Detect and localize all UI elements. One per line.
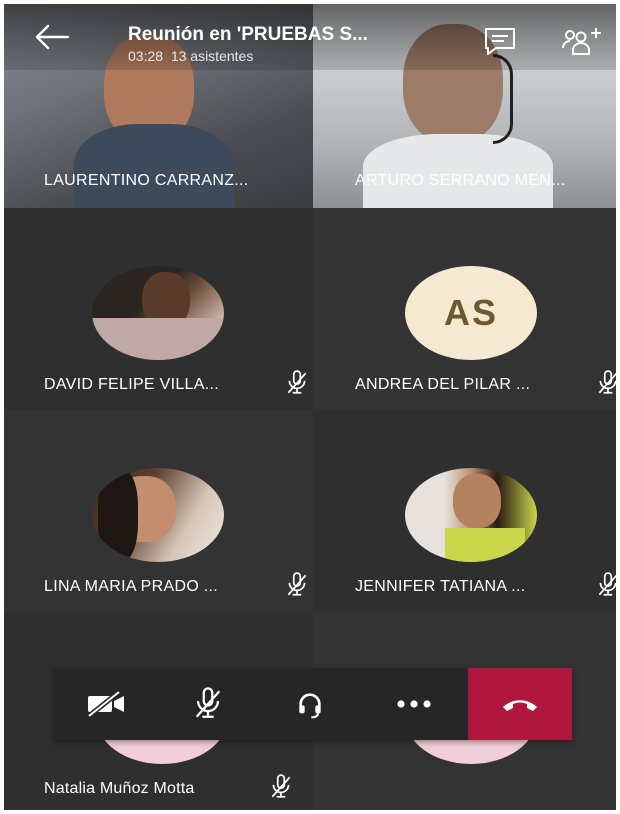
add-participants-icon[interactable] [560, 26, 604, 58]
microphone-off-icon [271, 774, 291, 798]
microphone-toggle-button[interactable] [158, 668, 258, 740]
hang-up-button[interactable] [468, 668, 572, 740]
microphone-off-icon [287, 572, 307, 596]
camera-off-icon [87, 690, 124, 718]
participant-name: DAVID FELIPE VILLA... [44, 376, 219, 393]
avatar [92, 266, 224, 360]
audio-options-button[interactable] [260, 668, 360, 740]
avatar-initials: AS [405, 266, 537, 360]
back-arrow-icon[interactable] [32, 22, 72, 52]
meeting-duration: 03:28 [128, 48, 164, 64]
microphone-off-icon [287, 370, 307, 394]
hang-up-icon [503, 700, 537, 711]
attendee-count: 13 asistentes [170, 48, 254, 64]
participant-name: LAURENTINO CARRANZ... [44, 172, 249, 189]
camera-toggle-button[interactable] [56, 668, 156, 740]
participant-tile[interactable]: LINA MARIA PRADO ... [4, 410, 313, 612]
participant-tile[interactable]: JENNIFER TATIANA ... [313, 410, 616, 612]
meeting-title: Reunión en 'PRUEBAS S... [128, 24, 368, 45]
meeting-header: Reunión en 'PRUEBAS S... 03:28 13 asiste… [4, 4, 616, 70]
participant-name: LINA MARIA PRADO ... [44, 578, 219, 595]
more-options-icon [397, 700, 431, 708]
avatar [92, 468, 224, 562]
microphone-off-icon [598, 370, 616, 394]
participant-name: Natalia Muñoz Motta [44, 780, 195, 797]
meeting-info: 03:28 13 asistentes [128, 48, 253, 64]
participant-tile[interactable]: AS ANDREA DEL PILAR ... [313, 208, 616, 410]
participant-tile[interactable]: DAVID FELIPE VILLA... [4, 208, 313, 410]
participant-name: ANDREA DEL PILAR ... [355, 376, 531, 393]
microphone-off-icon [195, 687, 221, 718]
call-controls [54, 668, 572, 740]
avatar [405, 468, 537, 562]
headset-icon [299, 693, 321, 719]
participant-name: JENNIFER TATIANA ... [355, 578, 526, 595]
chat-icon[interactable] [482, 26, 518, 56]
participant-name: ARTURO SERRANO MEN... [355, 172, 566, 189]
more-options-button[interactable] [364, 668, 464, 740]
microphone-off-icon [598, 572, 616, 596]
